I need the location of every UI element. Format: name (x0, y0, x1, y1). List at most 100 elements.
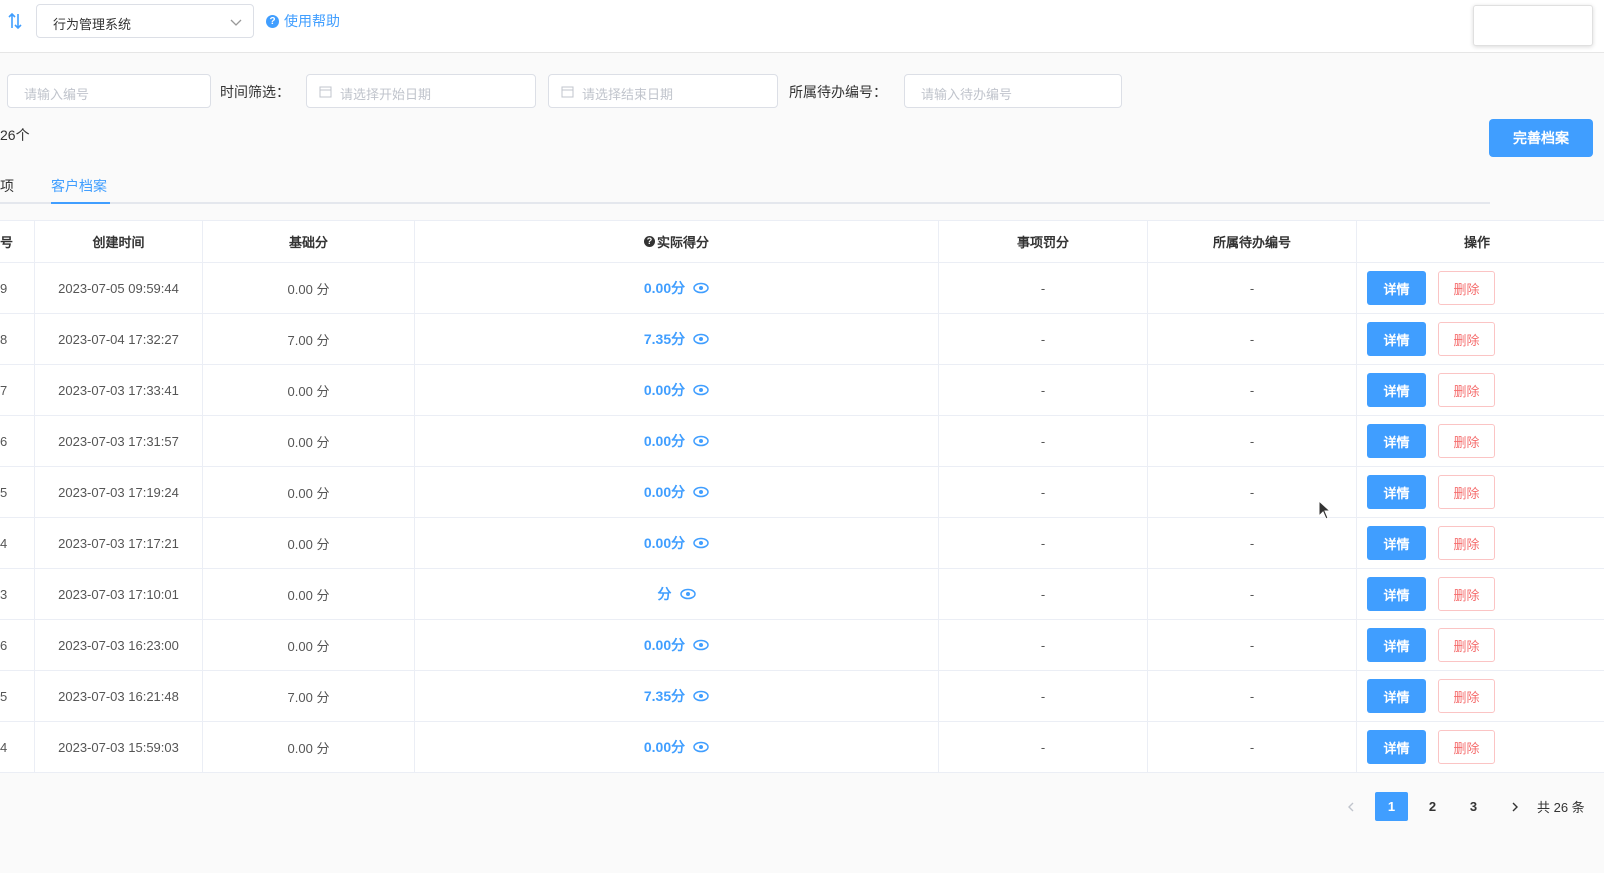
eye-icon[interactable] (693, 690, 709, 702)
detail-button[interactable]: 详情 (1367, 679, 1426, 713)
header-base: 基础分 (203, 221, 415, 262)
cell-id: 7 (0, 365, 35, 415)
delete-button[interactable]: 删除 (1438, 322, 1495, 356)
eye-icon[interactable] (693, 282, 709, 294)
calendar-icon (561, 86, 574, 98)
number-input[interactable]: 请输入编号 (7, 74, 211, 108)
tab-customer-profile[interactable]: 客户档案 (51, 176, 107, 196)
tab-items[interactable]: 项 (0, 176, 14, 196)
detail-button[interactable]: 详情 (1367, 730, 1426, 764)
eye-icon[interactable] (693, 384, 709, 396)
detail-button[interactable]: 详情 (1367, 322, 1426, 356)
delete-button[interactable]: 删除 (1438, 526, 1495, 560)
table-row: 6 2023-07-03 17:31:57 0.00 分 0.00分 - - 详情 删除 (0, 416, 1604, 467)
eye-icon[interactable] (693, 486, 709, 498)
cell-todo: - (1148, 263, 1357, 313)
help-icon: ? (266, 14, 279, 28)
actual-score-value: 0.00分 (643, 433, 686, 449)
delete-button[interactable]: 删除 (1438, 373, 1495, 407)
actual-score: 分 (658, 584, 696, 604)
eye-icon[interactable] (693, 741, 709, 753)
detail-button[interactable]: 详情 (1367, 526, 1426, 560)
cell-actions: 详情 删除 (1357, 569, 1597, 619)
header-created: 创建时间 (35, 221, 203, 262)
actual-score: 0.00分 (644, 635, 709, 655)
chevron-down-icon (230, 19, 242, 26)
cell-created: 2023-07-03 17:33:41 (35, 365, 203, 415)
chevron-right-icon[interactable] (1498, 792, 1531, 821)
collapse-icon[interactable] (6, 11, 26, 31)
cell-created: 2023-07-03 17:17:21 (35, 518, 203, 568)
cell-base-score: 0.00 分 (203, 467, 415, 517)
eye-icon[interactable] (693, 537, 709, 549)
cell-actions: 详情 删除 (1357, 263, 1597, 313)
eye-icon[interactable] (679, 588, 696, 600)
page-1[interactable]: 1 (1375, 792, 1408, 821)
detail-button[interactable]: 详情 (1367, 577, 1426, 611)
calendar-icon (319, 86, 332, 98)
delete-button[interactable]: 删除 (1438, 628, 1495, 662)
cell-id: 4 (0, 722, 35, 772)
delete-button[interactable]: 删除 (1438, 577, 1495, 611)
table-row: 4 2023-07-03 15:59:03 0.00 分 0.00分 - - 详情 删除 (0, 722, 1604, 773)
table-row: 5 2023-07-03 16:21:48 7.00 分 7.35分 - - 详情 删除 (0, 671, 1604, 722)
page-2[interactable]: 2 (1416, 792, 1449, 821)
cell-created: 2023-07-03 15:59:03 (35, 722, 203, 772)
cell-todo: - (1148, 365, 1357, 415)
cell-base-score: 0.00 分 (203, 263, 415, 313)
detail-button[interactable]: 详情 (1367, 424, 1426, 458)
delete-button[interactable]: 删除 (1438, 679, 1495, 713)
eye-icon[interactable] (693, 435, 709, 447)
table-row: 4 2023-07-03 17:17:21 0.00 分 0.00分 - - 详情 删除 (0, 518, 1604, 569)
cell-base-score: 7.00 分 (203, 314, 415, 364)
cell-todo: - (1148, 671, 1357, 721)
system-select[interactable]: 行为管理系统 (36, 4, 254, 38)
cell-id: 6 (0, 620, 35, 670)
cell-actual-score: 0.00分 (415, 416, 939, 466)
cell-todo: - (1148, 518, 1357, 568)
delete-button[interactable]: 删除 (1438, 475, 1495, 509)
delete-button[interactable]: 删除 (1438, 424, 1495, 458)
cell-created: 2023-07-03 16:23:00 (35, 620, 203, 670)
total-count: 共 26 条 (1537, 800, 1585, 815)
cursor-icon (1318, 500, 1332, 520)
cell-actual-score: 0.00分 (415, 620, 939, 670)
table-row: 9 2023-07-05 09:59:44 0.00 分 0.00分 - - 详情 删除 (0, 263, 1604, 314)
detail-button[interactable]: 详情 (1367, 475, 1426, 509)
actual-score: 0.00分 (644, 278, 709, 298)
cell-todo: - (1148, 620, 1357, 670)
cell-id: 6 (0, 416, 35, 466)
help-link[interactable]: ? 使用帮助 (266, 11, 340, 31)
complete-profile-button[interactable]: 完善档案 (1489, 119, 1593, 157)
end-date-input[interactable]: 请选择结束日期 (548, 74, 778, 108)
chevron-left-icon[interactable] (1334, 792, 1367, 821)
actual-score-value: 0.00分 (643, 484, 686, 500)
cell-penalty: - (939, 314, 1148, 364)
header-todo: 所属待办编号 (1148, 221, 1357, 262)
cell-id: 4 (0, 518, 35, 568)
detail-button[interactable]: 详情 (1367, 271, 1426, 305)
start-date-input[interactable]: 请选择开始日期 (306, 74, 536, 108)
delete-button[interactable]: 删除 (1438, 271, 1495, 305)
todo-filter-label: 所属待办编号： (789, 84, 887, 100)
delete-button[interactable]: 删除 (1438, 730, 1495, 764)
actual-score-value: 0.00分 (643, 535, 686, 551)
table-row: 5 2023-07-03 17:19:24 0.00 分 0.00分 - - 详情 删除 (0, 467, 1604, 518)
cell-actions: 详情 删除 (1357, 365, 1597, 415)
cell-actions: 详情 删除 (1357, 314, 1597, 364)
cell-actual-score: 分 (415, 569, 939, 619)
todo-number-input[interactable]: 请输入待办编号 (904, 74, 1122, 108)
detail-button[interactable]: 详情 (1367, 628, 1426, 662)
eye-icon[interactable] (693, 639, 709, 651)
header-id: 号 (0, 221, 35, 262)
eye-icon[interactable] (693, 333, 709, 345)
table-row: 7 2023-07-03 17:33:41 0.00 分 0.00分 - - 详情 删除 (0, 365, 1604, 416)
page-3[interactable]: 3 (1457, 792, 1490, 821)
header-actual: ? 实际得分 (415, 221, 939, 262)
cell-actions: 详情 删除 (1357, 722, 1597, 772)
actual-score: 7.35分 (644, 329, 709, 349)
user-menu[interactable] (1473, 5, 1593, 46)
cell-id: 5 (0, 467, 35, 517)
detail-button[interactable]: 详情 (1367, 373, 1426, 407)
table-row: 3 2023-07-03 17:10:01 0.00 分分 - - 详情 删除 (0, 569, 1604, 620)
